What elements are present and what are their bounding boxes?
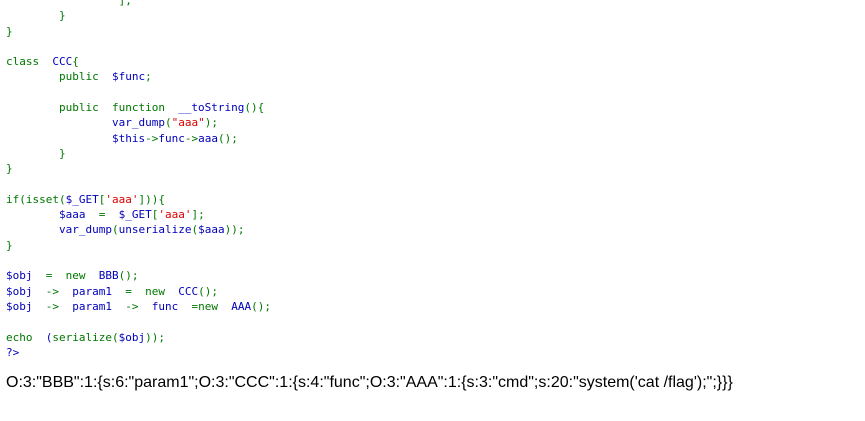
- code-line: ];: [6, 0, 271, 8]
- code-token: $obj: [6, 284, 46, 298]
- code-token: =new: [191, 299, 232, 313]
- code-token: $aaa: [58, 208, 99, 222]
- code-token: ;: [145, 70, 152, 84]
- code-line: $aaa = $_GET['aaa'];: [6, 207, 271, 222]
- code-token: $func: [111, 70, 146, 84]
- code-token: $_GET: [118, 208, 152, 222]
- code-line: $obj -> param1 = new CCC();: [6, 284, 271, 299]
- code-token: AAA: [231, 299, 252, 313]
- code-token: ->: [45, 284, 73, 298]
- code-token: }: [6, 162, 13, 176]
- serialized-output-text: O:3:"BBB":1:{s:6:"param1";O:3:"CCC":1:{s…: [6, 374, 733, 391]
- code-token: ();: [251, 299, 271, 313]
- code-token: );: [204, 116, 218, 130]
- code-token: "aaa": [171, 116, 205, 130]
- code-token: unserialize: [118, 223, 192, 237]
- code-token: ->: [45, 299, 73, 313]
- code-token: public: [6, 70, 112, 84]
- code-token: $obj: [6, 269, 46, 283]
- code-token: if(isset(: [6, 192, 66, 206]
- code-token: {: [72, 55, 79, 69]
- code-token: }: [6, 238, 13, 252]
- code-token: aaa: [198, 131, 218, 145]
- code-line: $obj = new BBB();: [6, 268, 271, 283]
- code-token: $_GET: [65, 192, 99, 206]
- code-token: }: [6, 9, 66, 23]
- code-line: if(isset($_GET['aaa'])){: [6, 192, 271, 207]
- code-token: ->: [184, 131, 199, 145]
- code-token: $obj: [118, 330, 146, 344]
- code-token: $aaa: [198, 223, 225, 237]
- code-token: =: [98, 208, 119, 222]
- code-token: $this: [111, 131, 146, 145]
- code-token: BBB: [98, 269, 119, 283]
- code-token: = new: [45, 269, 99, 283]
- code-token: public function: [6, 101, 179, 115]
- code-token: 'aaa': [105, 192, 139, 206]
- php-source-code: ]; }} class CCC{ public $func; public fu…: [6, 0, 271, 360]
- code-line: ?>: [6, 345, 271, 360]
- code-token: ->: [125, 299, 152, 313]
- code-token: class: [6, 55, 53, 69]
- code-token: ])){: [138, 192, 165, 206]
- code-token: var_dump: [58, 223, 112, 237]
- code-line: }: [6, 161, 271, 176]
- code-line: public function __toString(){: [6, 100, 271, 115]
- code-token: param1: [72, 299, 126, 313]
- code-line: $obj -> param1 -> func =new AAA();: [6, 299, 271, 314]
- code-token: ->: [145, 131, 159, 145]
- code-token: CCC: [52, 55, 73, 69]
- code-token: (: [111, 223, 119, 237]
- code-token: func: [158, 131, 185, 145]
- code-token: = new: [125, 284, 179, 298]
- code-token: 'aaa': [158, 208, 192, 222]
- code-token: ));: [145, 330, 165, 344]
- code-line: }: [6, 8, 271, 23]
- code-token: echo: [6, 330, 46, 344]
- code-token: (: [164, 116, 172, 130]
- code-token: var_dump: [111, 116, 165, 130]
- code-line: echo (serialize($obj));: [6, 330, 271, 345]
- code-line: $this->func->aaa();: [6, 131, 271, 146]
- code-token: ();: [217, 131, 238, 145]
- code-token: ?>: [6, 345, 20, 359]
- code-token: ];: [191, 208, 205, 222]
- code-line: }: [6, 24, 271, 39]
- code-token: param1: [72, 284, 126, 298]
- code-line: public $func;: [6, 69, 271, 84]
- code-token: ();: [198, 284, 218, 298]
- code-line: }: [6, 238, 271, 253]
- code-token: func: [151, 299, 192, 313]
- code-token: }: [6, 146, 66, 160]
- code-token: __toString: [178, 101, 245, 115]
- code-token: ];: [6, 0, 132, 7]
- code-line: var_dump("aaa");: [6, 115, 271, 130]
- code-token: serialize(: [52, 330, 119, 344]
- code-token: $obj: [6, 299, 46, 313]
- code-token: ));: [224, 223, 245, 237]
- code-line: var_dump(unserialize($aaa));: [6, 222, 271, 237]
- code-line: class CCC{: [6, 54, 271, 69]
- code-token: (){: [244, 101, 265, 115]
- code-token: ();: [118, 269, 139, 283]
- code-token: CCC: [178, 284, 199, 298]
- code-token: }: [6, 24, 13, 38]
- code-line: }: [6, 146, 271, 161]
